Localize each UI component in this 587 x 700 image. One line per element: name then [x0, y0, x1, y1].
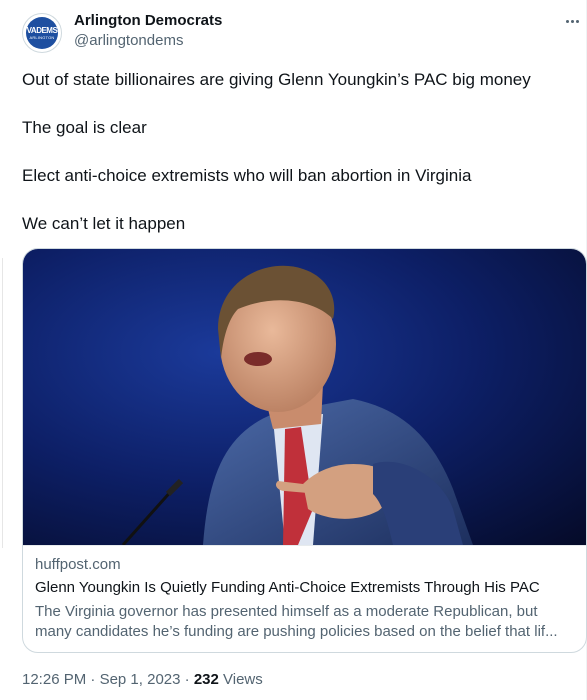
author-handle[interactable]: @arlingtondems — [74, 32, 183, 49]
link-card[interactable]: huffpost.com Glenn Youngkin Is Quietly F… — [22, 248, 587, 653]
avatar-logo: VADEMS ARLINGTON — [26, 17, 58, 49]
avatar-logo-top: VADEMS — [26, 26, 58, 35]
tweet-text-line: Out of state billionaires are giving Gle… — [22, 70, 531, 89]
tweet-date[interactable]: Sep 1, 2023 — [100, 671, 181, 688]
card-description-line: The Virginia governor has presented hims… — [35, 603, 538, 620]
tweet-text-line: The goal is clear — [22, 118, 147, 137]
card-description: The Virginia governor has presented hims… — [35, 602, 580, 642]
card-description-line: many candidates he’s funding are pushing… — [35, 623, 558, 640]
tweet-text-line: Elect anti-choice extremists who will ba… — [22, 166, 472, 185]
card-body[interactable]: huffpost.com Glenn Youngkin Is Quietly F… — [23, 545, 586, 652]
author-name[interactable]: Arlington Democrats — [74, 12, 222, 29]
card-domain: huffpost.com — [35, 556, 121, 573]
tweet-meta: 12:26 PM · Sep 1, 2023 · 232 Views — [22, 671, 263, 688]
avatar-logo-bottom: ARLINGTON — [29, 35, 55, 40]
tweet-time[interactable]: 12:26 PM — [22, 671, 86, 688]
card-image[interactable] — [23, 249, 586, 545]
views-label: Views — [218, 671, 263, 688]
card-title[interactable]: Glenn Youngkin Is Quietly Funding Anti-C… — [35, 579, 540, 596]
tweet-header: VADEMS ARLINGTON Arlington Democrats @ar… — [22, 10, 579, 54]
meta-separator: · — [86, 671, 100, 688]
more-dots-icon[interactable] — [561, 10, 583, 32]
views-count: 232 — [193, 671, 219, 688]
divider — [2, 258, 3, 548]
tweet-text-line: We can’t let it happen — [22, 214, 186, 233]
avatar[interactable]: VADEMS ARLINGTON — [22, 13, 62, 53]
meta-separator: · — [180, 671, 194, 688]
left-edge-strip — [0, 0, 6, 700]
